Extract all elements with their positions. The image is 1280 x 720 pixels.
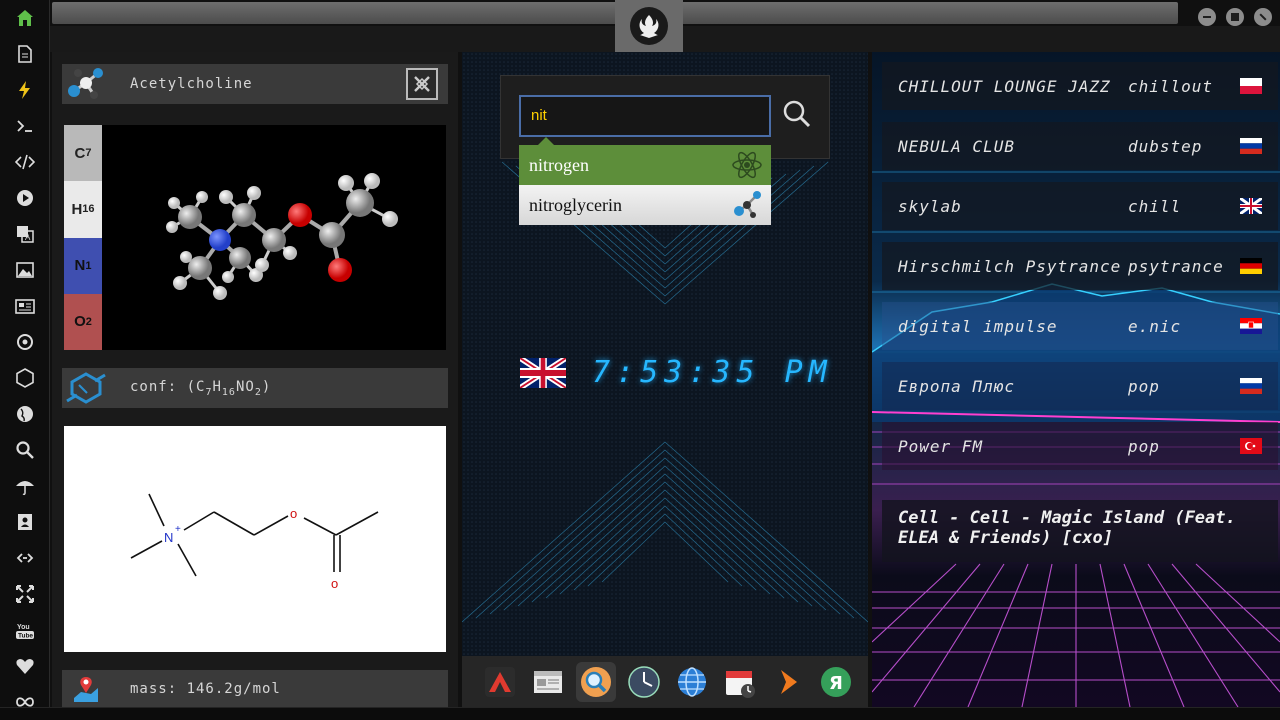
formula-nitrogen: N1 [64,237,102,294]
now-playing: Cell - Cell - Magic Island (Feat. ELEA &… [882,500,1278,562]
molecule-icon [62,64,110,104]
poland-flag-icon [1240,78,1262,94]
ball-and-stick-model [166,173,398,300]
close-molecule-button[interactable] [406,68,438,100]
settings-icon[interactable] [14,331,36,353]
umbrella-icon[interactable] [14,475,36,497]
suggestion-item[interactable]: nitroglycerin [519,185,771,225]
molecule-icon [734,191,761,218]
radio-panel: CHILLOUT LOUNGE JAZZ chillout NEBULA CLU… [872,52,1280,707]
clock-time: 7:53:35 PM [592,355,833,390]
croatia-flag-icon [1240,318,1262,334]
fullscreen-icon[interactable] [14,583,36,605]
oxygen-label: o [331,576,338,591]
station-row[interactable]: Hirschmilch Psytrance psytrance [882,242,1278,290]
svg-text:A: A [25,233,31,242]
station-row[interactable]: Power FM pop [882,422,1278,470]
news-icon[interactable] [14,295,36,317]
close-icon [414,76,430,92]
app-rail: A You Tube [0,0,50,720]
news-reader-icon[interactable] [528,662,568,702]
map-pin-icon [62,669,110,709]
russia-flag-icon [1240,378,1262,394]
atom-icon [732,151,762,179]
search-app-icon[interactable] [576,661,616,702]
svg-text:Tube: Tube [18,633,33,640]
terminal-icon[interactable] [14,115,36,137]
app-dock: Я [462,656,868,707]
uk-flag-icon [520,357,566,388]
search-icon[interactable] [14,439,36,461]
molecular-mass: mass: 146.2g/mol [130,680,281,697]
svg-text:Я: Я [829,673,843,694]
molecule-title-bar: Acetylcholine [62,64,448,104]
bottom-frame [0,707,1280,720]
code-icon[interactable] [14,151,36,173]
play-icon[interactable] [14,187,36,209]
suggestion-item[interactable]: nitrogen [519,145,771,185]
desktop: A You Tube Acetylcholine C 7 H 16 N 1 O … [0,0,1280,720]
link-icon[interactable] [14,547,36,569]
image-icon[interactable] [14,259,36,281]
world-clock: 7:53:35 PM [520,355,833,390]
bolt-icon[interactable] [14,79,36,101]
adobe-icon[interactable] [480,662,520,702]
conformation-label: conf: (C7H16NO2) [130,378,272,398]
station-row[interactable]: CHILLOUT LOUNGE JAZZ chillout [882,62,1278,110]
document-icon[interactable] [14,43,36,65]
formula-oxygen: O2 [64,293,102,350]
search-button[interactable] [781,98,813,130]
mass-bar: mass: 146.2g/mol [62,670,448,707]
hexagon-structure-icon [62,368,110,408]
charge-label: + [175,524,181,535]
station-row[interactable]: Европа Плюс pop [882,362,1278,410]
close-button[interactable] [1254,8,1272,26]
calendar-icon[interactable] [720,662,760,702]
youtube-icon[interactable]: You Tube [14,619,36,641]
station-row[interactable]: skylab chill [882,182,1278,230]
turkey-flag-icon [1240,438,1262,454]
oxygen-label: o [290,506,297,521]
uk-flag-icon [1240,198,1262,214]
maximize-button[interactable] [1226,8,1244,26]
search-icon [783,100,811,128]
molecule-3d-view[interactable]: C7 H 16 N1 O2 [64,125,446,350]
rebel-logo-icon [630,7,668,45]
formula-hydrogen: H 16 [64,181,102,238]
search-input[interactable]: nit [519,95,771,137]
molecule-panel: Acetylcholine C7 H 16 N1 O2 conf: (C7H16… [52,52,458,707]
svg-text:You: You [17,624,30,631]
station-row[interactable]: digital impulse e.nic [882,302,1278,350]
nitrogen-label: N [164,530,173,545]
home-icon[interactable] [14,7,36,29]
germany-flag-icon [1240,258,1262,274]
browser-icon[interactable] [672,662,712,702]
media-player-icon[interactable] [768,662,808,702]
conformation-bar: conf: (C7H16NO2) [62,368,448,408]
yandex-icon[interactable]: Я [816,662,856,702]
clock-app-icon[interactable] [624,662,664,702]
translate-icon[interactable]: A [14,223,36,245]
structural-formula: N + o o [64,426,446,652]
logo-tab[interactable] [615,0,683,52]
station-row[interactable]: NEBULA CLUB dubstep [882,122,1278,170]
center-panel: nit nitrogen nitroglycerin 7:53:35 PM Я [462,52,868,707]
hexagon-icon[interactable] [14,367,36,389]
minimize-button[interactable] [1198,8,1216,26]
contact-icon[interactable] [14,511,36,533]
formula-column: C7 H 16 N1 O2 [64,125,102,350]
formula-carbon: C7 [64,125,102,182]
russia-flag-icon [1240,138,1262,154]
molecule-name: Acetylcholine [130,76,253,92]
heart-icon[interactable] [14,655,36,677]
globe-icon[interactable] [14,403,36,425]
suggestion-list: nitrogen nitroglycerin [519,137,771,225]
